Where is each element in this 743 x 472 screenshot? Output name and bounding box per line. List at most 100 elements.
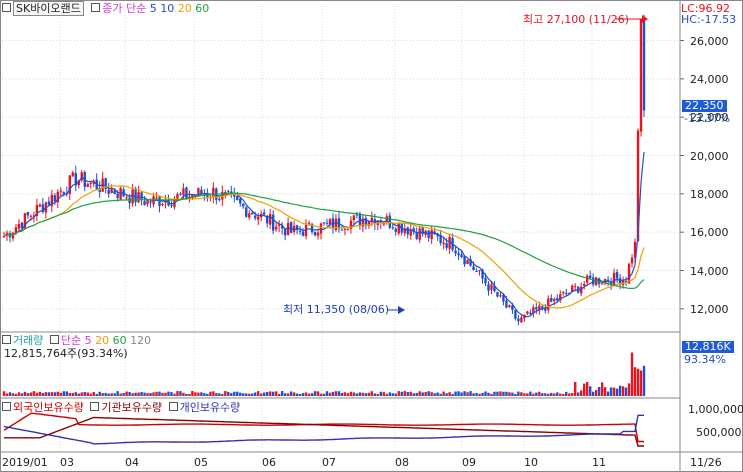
volume-bar [259, 393, 263, 396]
volume-bar [505, 391, 508, 396]
candle-body [334, 218, 338, 231]
checkbox-icon[interactable] [49, 335, 59, 344]
candle-body [301, 231, 305, 236]
volume-bar [367, 392, 371, 396]
candle-body [391, 227, 394, 229]
volume-bar [346, 393, 350, 396]
volume-bar [158, 391, 161, 396]
stock-chart[interactable]: SK바이오랜드 종가 단순 5 10 20 60 LC:96.92 HC:-17… [0, 0, 743, 472]
volume-bar [8, 392, 12, 396]
checkbox-icon[interactable] [2, 3, 11, 12]
candle-body [526, 311, 529, 314]
volume-bar [86, 392, 89, 396]
volume-bar [550, 392, 553, 396]
volume-bar [535, 392, 538, 396]
price-tick-label: 16,000 [690, 226, 729, 240]
ma-label: 단순 [126, 2, 147, 15]
volume-bar [472, 393, 475, 396]
candle-body [565, 292, 568, 294]
candle-body [286, 223, 290, 235]
volume-bar [17, 392, 21, 396]
price-tick-label: 14,000 [690, 264, 729, 278]
volume-bar [233, 391, 236, 396]
volume-bar [621, 386, 625, 396]
volume-bar [466, 392, 469, 396]
candle-body [319, 223, 323, 234]
volume-bar [161, 392, 164, 396]
vol-ma60-label: 60 [112, 334, 127, 347]
volume-bar [191, 391, 194, 396]
candle-body [630, 257, 634, 264]
volume-bar [529, 391, 532, 396]
volume-bar [511, 392, 514, 396]
candle-body [242, 203, 245, 207]
volume-bar [230, 393, 233, 396]
volume-bar [197, 392, 200, 396]
volume-bar [59, 392, 63, 396]
volume-bar [639, 370, 643, 396]
candle-body [615, 272, 619, 279]
volume-bar [251, 393, 254, 396]
candle-body [499, 295, 502, 297]
candle-body [239, 198, 242, 204]
volume-legend: 거래량 단순 5 20 60 120 [2, 334, 151, 347]
volume-bar [194, 392, 197, 396]
price-tick-label: 26,000 [690, 34, 729, 48]
checkbox-icon[interactable] [90, 402, 100, 411]
institution-label: 기관보유수량 [101, 401, 163, 414]
volume-bar [355, 393, 359, 396]
checkbox-icon[interactable] [168, 402, 178, 411]
candle-body [71, 172, 74, 177]
close-label: 종가 [102, 2, 123, 15]
volume-bar [609, 387, 613, 396]
candle-body [277, 224, 281, 226]
stock-name[interactable]: SK바이오랜드 [13, 1, 84, 16]
candle-body [251, 212, 254, 215]
volume-bar [23, 391, 27, 396]
candle-body [582, 283, 586, 286]
volume-bar [364, 393, 368, 396]
volume-bar [385, 393, 389, 396]
candle-body [594, 277, 598, 286]
candle-body [140, 192, 143, 201]
candle-body [38, 204, 42, 207]
volume-bar [289, 391, 293, 396]
volume-bar [239, 392, 242, 396]
candle-body [328, 219, 332, 225]
volume-bar [304, 392, 308, 396]
candle-body [394, 228, 397, 232]
volume-bar [280, 391, 284, 396]
ma10-label: 10 [160, 2, 175, 15]
volume-bar [493, 391, 496, 396]
candle-body [26, 212, 30, 216]
price-tick-label: 12,000 [690, 302, 729, 316]
volume-bar [218, 393, 221, 396]
volume-bar [484, 391, 487, 396]
candle-body [248, 213, 251, 218]
volume-bar [556, 392, 559, 396]
checkbox-icon[interactable] [2, 335, 11, 344]
candle-body [298, 230, 302, 232]
volume-bar [149, 393, 152, 396]
volume-bar [173, 393, 176, 396]
candle-body [406, 227, 409, 235]
volume-bar [32, 391, 36, 396]
volume-bar [110, 393, 113, 396]
volume-bar [65, 391, 69, 396]
candle-body [358, 213, 362, 226]
checkbox-icon[interactable] [2, 402, 11, 411]
volume-bar [47, 392, 51, 396]
volume-bar [44, 392, 48, 396]
candle-body [182, 188, 185, 196]
volume-bar [460, 392, 463, 396]
volume-bar [544, 393, 547, 396]
candle-body [466, 259, 469, 264]
checkbox-icon[interactable] [91, 3, 101, 12]
volume-bar [624, 387, 628, 396]
volume-bar [74, 392, 77, 396]
candle-body [520, 317, 523, 323]
candle-body [161, 204, 164, 206]
volume-bar [559, 393, 562, 396]
candle-body [271, 214, 275, 231]
volume-bar [538, 391, 541, 396]
